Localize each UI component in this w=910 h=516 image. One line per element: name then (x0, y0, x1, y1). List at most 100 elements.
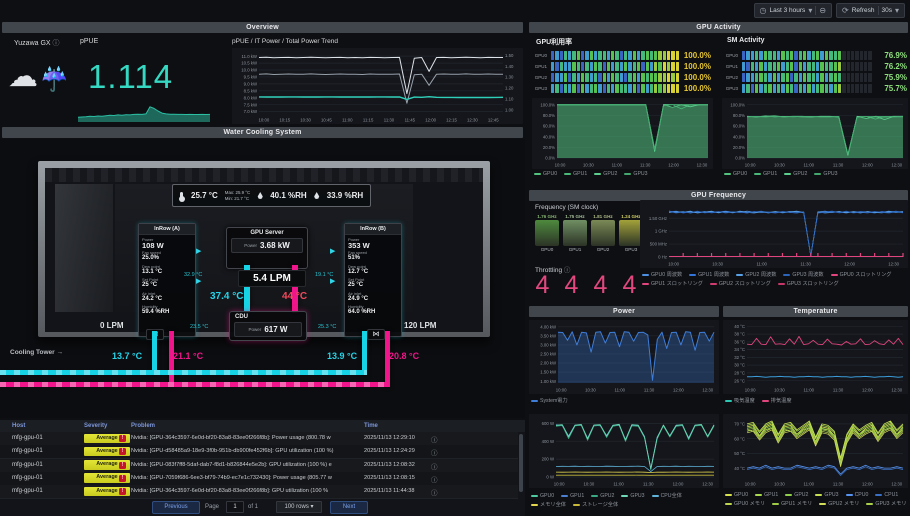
legend-item[interactable]: GPU3 (815, 492, 838, 498)
power-detail-chart[interactable]: 600 W400 W200 W0 W10:0010:3011:0011:3012… (529, 414, 719, 488)
legend-item[interactable]: CPU全体 (652, 492, 682, 499)
refresh-picker[interactable]: ⟳ Refresh 30s ▾ (836, 3, 905, 18)
legend-item[interactable]: GPU3 周波数 (783, 271, 823, 278)
legend-swatch (875, 494, 882, 496)
col-severity[interactable]: Severity (84, 423, 107, 429)
legend-item[interactable]: ストレージ全体 (573, 501, 618, 508)
next-page-button[interactable]: Next (330, 501, 368, 514)
throttle-count: 4 (621, 271, 638, 300)
legend-item[interactable]: GPU3 (624, 171, 647, 177)
util-area-chart[interactable]: 100.0%80.0%60.0%40.0%20.0%0.0%10:0010:30… (532, 98, 713, 169)
heat-cell (641, 73, 644, 82)
throttle-count: 4 (534, 271, 551, 300)
alert-row[interactable]: mfg-gpu-01Average!Nvidia: [GPU-d58485a9-… (0, 445, 518, 459)
legend-item[interactable]: GPU1 (754, 171, 777, 177)
info-icon[interactable]: ⓘ (53, 40, 60, 47)
info-icon[interactable]: ⓘ (431, 487, 438, 497)
util-heatmap-gpu1[interactable] (551, 62, 679, 71)
zoom-out-icon[interactable]: ⊖ (819, 6, 826, 15)
col-time[interactable]: Time (364, 423, 378, 429)
power-chart[interactable]: 4.00 kW3.50 kW3.00 kW2.50 kW2.00 kW1.50 … (529, 320, 719, 394)
panel-header-temperature[interactable]: Temperature (723, 306, 908, 317)
legend-item[interactable]: System電力 (531, 397, 568, 404)
page-number-input[interactable]: 1 (226, 501, 244, 513)
rows-per-page-select[interactable]: 100 rows ▾ (276, 501, 322, 513)
legend-item[interactable]: GPU2 メモリ (819, 500, 859, 507)
time-range-picker[interactable]: ◷ Last 3 hours ▾ ⊖ (754, 3, 832, 18)
panel-header-gpu-activity[interactable]: GPU Activity (529, 22, 908, 33)
sm-heatmap-gpu3[interactable] (742, 84, 872, 93)
legend-item[interactable]: GPU1 周波数 (689, 271, 729, 278)
legend-item[interactable]: GPU1 (755, 492, 778, 498)
legend-item[interactable]: GPU0 周波数 (642, 271, 682, 278)
divider (878, 6, 879, 15)
svg-text:12:30: 12:30 (891, 388, 902, 393)
col-problem[interactable]: Problem (131, 423, 155, 429)
svg-text:10:00: 10:00 (745, 388, 756, 393)
power-trend-chart[interactable]: 11.0 kW10.5 kW10.0 kW9.5 kW9.0 kW8.5 kW8… (232, 48, 523, 124)
legend-item[interactable]: GPU2 (591, 492, 614, 499)
panel-header-power[interactable]: Power (529, 306, 719, 317)
heat-cell (790, 73, 793, 82)
alert-row[interactable]: mfg-gpu-01Average!Nvidia: [GPU-083f7ff8-… (0, 459, 518, 473)
legend-item[interactable]: CPU0 (846, 492, 869, 498)
legend-item[interactable]: GPU0 (531, 492, 554, 499)
legend-item[interactable]: GPU2 (785, 492, 808, 498)
legend-item[interactable]: CPU1 (875, 492, 898, 498)
util-heatmap-gpu3[interactable] (551, 84, 679, 93)
legend-item[interactable]: GPU2 周波数 (736, 271, 776, 278)
info-icon[interactable]: ⓘ (431, 461, 438, 471)
legend-item[interactable]: GPU3 (621, 492, 644, 499)
temperature-detail-chart[interactable]: 70 °C60 °C50 °C40 °C10:0010:3011:0011:30… (723, 414, 908, 488)
legend-item[interactable]: GPU1 (561, 492, 584, 499)
heat-cell (764, 84, 767, 93)
sm-heatmap-gpu0[interactable] (742, 51, 872, 60)
legend-item[interactable]: GPU3 (814, 171, 837, 177)
frequency-chart[interactable]: 1.50 GHz1 GHz500 MHz0 Hz10:0010:3011:001… (640, 200, 908, 268)
legend-item[interactable]: GPU0 メモリ (725, 500, 765, 507)
inrow-b-unit[interactable]: InRow (B) Power353 WFan speed51%Dew poin… (344, 223, 402, 337)
alert-row[interactable]: mfg-gpu-01Average!Nvidia: [GPU-364c3597-… (0, 432, 518, 446)
legend-item[interactable]: GPU2 (784, 171, 807, 177)
prev-page-button[interactable]: Previous (152, 501, 200, 514)
frequency-tile[interactable]: 1.75 GHzGPU1 (563, 214, 587, 252)
frequency-tile[interactable]: 1.76 GHzGPU0 (535, 214, 559, 252)
col-host[interactable]: Host (12, 423, 25, 429)
legend-item[interactable]: GPU1 メモリ (772, 500, 812, 507)
heat-cell (773, 84, 776, 93)
heat-cell (812, 62, 815, 71)
info-icon[interactable]: ⓘ (431, 447, 438, 457)
legend-item[interactable]: GPU2 (594, 171, 617, 177)
legend-item[interactable]: 吸気温度 (725, 397, 755, 404)
util-heatmap-gpu2[interactable] (551, 73, 679, 82)
legend-item[interactable]: GPU3 スロットリング (778, 280, 839, 287)
cloud-icon: ☁ (8, 62, 38, 92)
panel-header-overview[interactable]: Overview (2, 22, 523, 33)
frequency-tile[interactable]: 1.81 GHzGPU2 (591, 214, 615, 252)
legend-item[interactable]: 排気温度 (762, 397, 792, 404)
legend-item[interactable]: GPU0 スロットリング (831, 271, 892, 278)
heat-cell (768, 51, 771, 60)
info-icon[interactable]: ⓘ (431, 474, 438, 484)
legend-item[interactable]: GPU0 (724, 171, 747, 177)
temperature-chart[interactable]: 40 °C38 °C36 °C34 °C32 °C30 °C28 °C26 °C… (723, 320, 908, 394)
legend-item[interactable]: GPU3 メモリ (866, 500, 906, 507)
legend-item[interactable]: GPU0 (725, 492, 748, 498)
cdu-box[interactable]: CDU Power 617 W (229, 311, 307, 341)
legend-item[interactable]: メモリ全体 (531, 501, 566, 508)
legend-item[interactable]: GPU2 スロットリング (710, 280, 771, 287)
legend-item[interactable]: GPU0 (534, 171, 557, 177)
alert-row[interactable]: mfg-gpu-01Average!Nvidia: [GPU-364c3597-… (0, 485, 518, 499)
gpu-server-box[interactable]: GPU Server Power 3.68 kW (226, 227, 308, 269)
alert-row[interactable]: mfg-gpu-01Average!Nvidia: [GPU-7059f686-… (0, 472, 518, 486)
sm-heatmap-gpu1[interactable] (742, 62, 872, 71)
util-heatmap-gpu0[interactable] (551, 51, 679, 60)
inrow-a-unit[interactable]: InRow (A) Power108 WFan speed25.0%Dew po… (138, 223, 196, 337)
table-scrollbar[interactable] (519, 434, 523, 492)
sm-area-chart[interactable]: 100.0%80.0%60.0%40.0%20.0%0.0%10:0010:30… (722, 98, 908, 169)
info-icon[interactable]: ⓘ (431, 434, 438, 444)
legend-item[interactable]: GPU1 スロットリング (642, 280, 703, 287)
sm-heatmap-gpu2[interactable] (742, 73, 872, 82)
legend-item[interactable]: GPU1 (564, 171, 587, 177)
panel-header-cooling[interactable]: Water Cooling System (2, 127, 523, 138)
